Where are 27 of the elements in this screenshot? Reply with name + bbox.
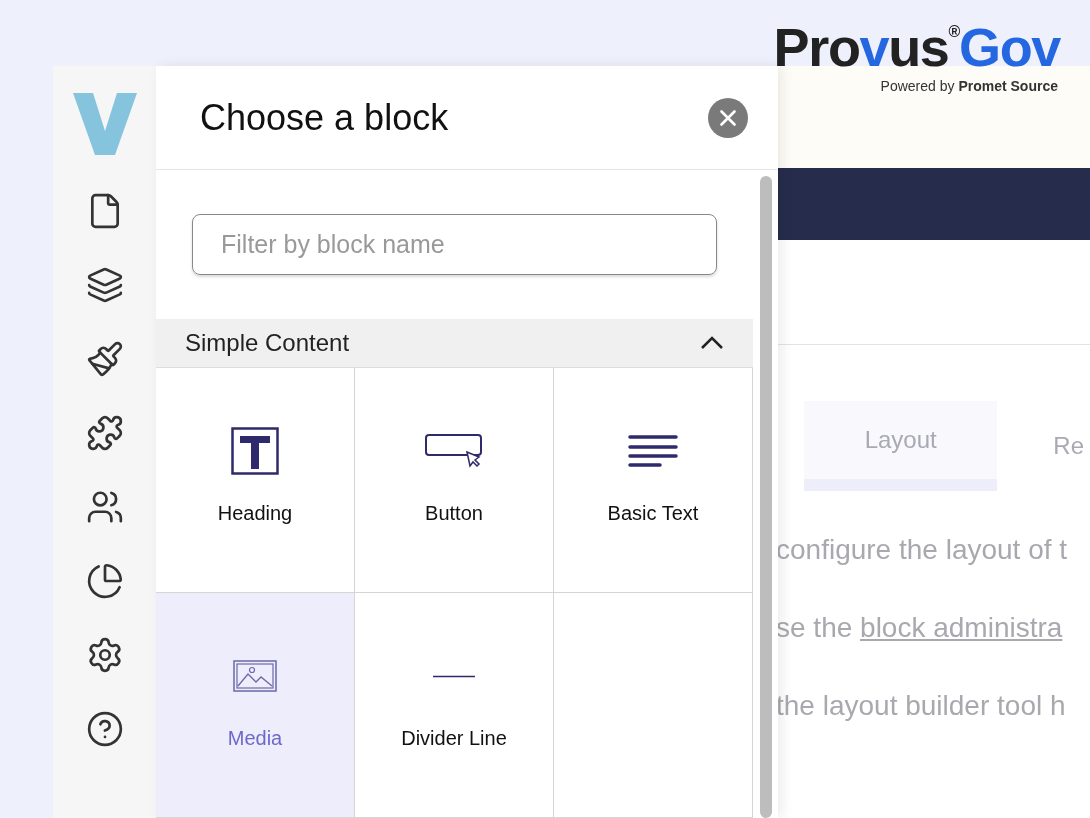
panel-title: Choose a block (200, 95, 449, 140)
page-text: se the block administra (776, 611, 1064, 645)
block-tile[interactable]: Button (355, 368, 554, 593)
v-logo-icon (71, 92, 138, 156)
block-tile[interactable]: Basic Text (554, 368, 753, 593)
block-tile[interactable]: Media (156, 593, 355, 818)
logo-wordmark: Provus®Gov (773, 20, 1060, 74)
layers-icon[interactable] (85, 266, 124, 304)
text-lines-icon (628, 434, 678, 468)
button-icon (425, 434, 483, 468)
block-tile[interactable]: Heading (156, 368, 355, 593)
page-text: configure the layout of t (776, 533, 1069, 567)
section-header[interactable]: Simple Content (156, 319, 753, 367)
image-icon (233, 660, 277, 692)
block-tile[interactable]: Divider Line (355, 593, 554, 818)
filter-field[interactable]: Filter by block name (192, 214, 717, 276)
heading-icon (231, 427, 279, 475)
tagline: Powered by Promet Source (880, 77, 1058, 96)
users-icon[interactable] (85, 488, 124, 526)
page-text: the layout builder tool h (776, 689, 1067, 723)
chevron-icon (700, 336, 724, 351)
help-icon[interactable] (85, 710, 124, 748)
close-button[interactable] (708, 97, 748, 138)
puzzle-icon[interactable] (85, 414, 124, 452)
divider-line-icon (432, 674, 476, 678)
pie-chart-icon[interactable] (85, 562, 124, 600)
brush-icon[interactable] (85, 340, 124, 378)
